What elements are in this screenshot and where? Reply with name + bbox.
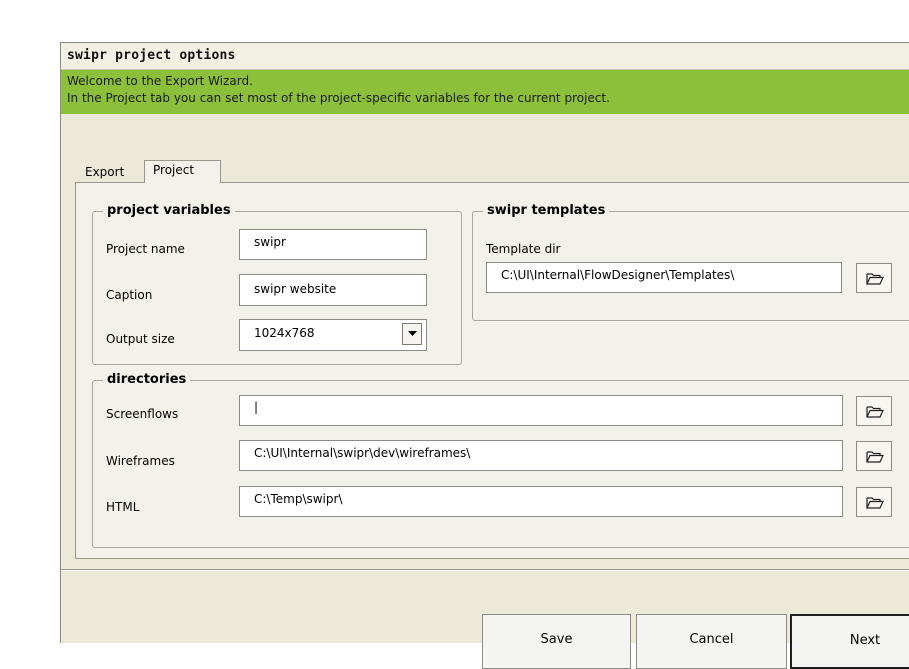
- project-variables-legend: project variables: [103, 203, 235, 218]
- screenflows-label: Screenflows: [106, 407, 179, 421]
- cancel-button-label: Cancel: [689, 632, 734, 647]
- html-input[interactable]: C:\Temp\swipr\: [239, 486, 843, 517]
- folder-open-icon: [866, 273, 884, 285]
- screenflows-input[interactable]: |: [239, 395, 843, 426]
- wireframes-input[interactable]: C:\UI\Internal\swipr\dev\wireframes\: [239, 440, 843, 471]
- html-value: C:\Temp\swipr\: [254, 492, 343, 506]
- window-title: swipr project options: [67, 48, 236, 63]
- welcome-banner: Welcome to the Export Wizard. In the Pro…: [61, 70, 909, 114]
- template-dir-browse-button[interactable]: [856, 263, 892, 293]
- caption-input[interactable]: swipr website: [239, 274, 427, 306]
- banner-line-1: Welcome to the Export Wizard.: [67, 74, 253, 88]
- banner-line-2: In the Project tab you can set most of t…: [67, 91, 610, 105]
- project-options-window: swipr project options Welcome to the Exp…: [60, 42, 909, 669]
- output-size-label: Output size: [106, 332, 175, 346]
- tab-export-label: Export: [85, 165, 125, 179]
- folder-open-icon: [866, 451, 884, 463]
- template-dir-input[interactable]: C:\UI\Internal\FlowDesigner\Templates\: [486, 262, 842, 293]
- html-browse-button[interactable]: [856, 487, 892, 517]
- tab-project[interactable]: Project: [144, 160, 221, 183]
- output-size-value: 1024x768: [254, 326, 315, 340]
- template-dir-label: Template dir: [486, 242, 561, 256]
- tab-export[interactable]: Export: [77, 163, 143, 182]
- footer-separator: [61, 569, 909, 571]
- screenflows-browse-button[interactable]: [856, 396, 892, 426]
- templates-group: swipr templates Template dir C:\UI\Inter…: [472, 203, 909, 321]
- tab-project-label: Project: [153, 163, 195, 177]
- caption-value: swipr website: [254, 282, 337, 296]
- folder-open-icon: [866, 497, 884, 509]
- templates-legend: swipr templates: [483, 203, 610, 218]
- wireframes-browse-button[interactable]: [856, 441, 892, 471]
- directories-group: directories Screenflows | Wireframes C:\…: [92, 372, 909, 548]
- html-label: HTML: [106, 500, 140, 514]
- chevron-down-icon[interactable]: [402, 323, 422, 345]
- save-button[interactable]: Save: [482, 614, 631, 669]
- next-button-label: Next: [849, 633, 881, 648]
- project-name-value: swipr: [254, 235, 286, 249]
- project-name-label: Project name: [106, 242, 185, 256]
- project-variables-group: project variables Project name swipr Cap…: [92, 203, 462, 365]
- wireframes-value: C:\UI\Internal\swipr\dev\wireframes\: [254, 446, 471, 460]
- wireframes-label: Wireframes: [106, 454, 175, 468]
- save-button-label: Save: [540, 632, 573, 647]
- output-size-select[interactable]: 1024x768: [239, 319, 427, 351]
- project-name-input[interactable]: swipr: [239, 229, 427, 260]
- title-bar[interactable]: swipr project options: [61, 43, 909, 70]
- cancel-button[interactable]: Cancel: [636, 614, 787, 669]
- screenflows-value: |: [254, 400, 259, 414]
- directories-legend: directories: [103, 372, 191, 387]
- next-button[interactable]: Next: [790, 614, 909, 669]
- template-dir-value: C:\UI\Internal\FlowDesigner\Templates\: [501, 268, 735, 282]
- caption-label: Caption: [106, 288, 153, 302]
- folder-open-icon: [866, 406, 884, 418]
- project-tab-panel: project variables Project name swipr Cap…: [75, 182, 909, 559]
